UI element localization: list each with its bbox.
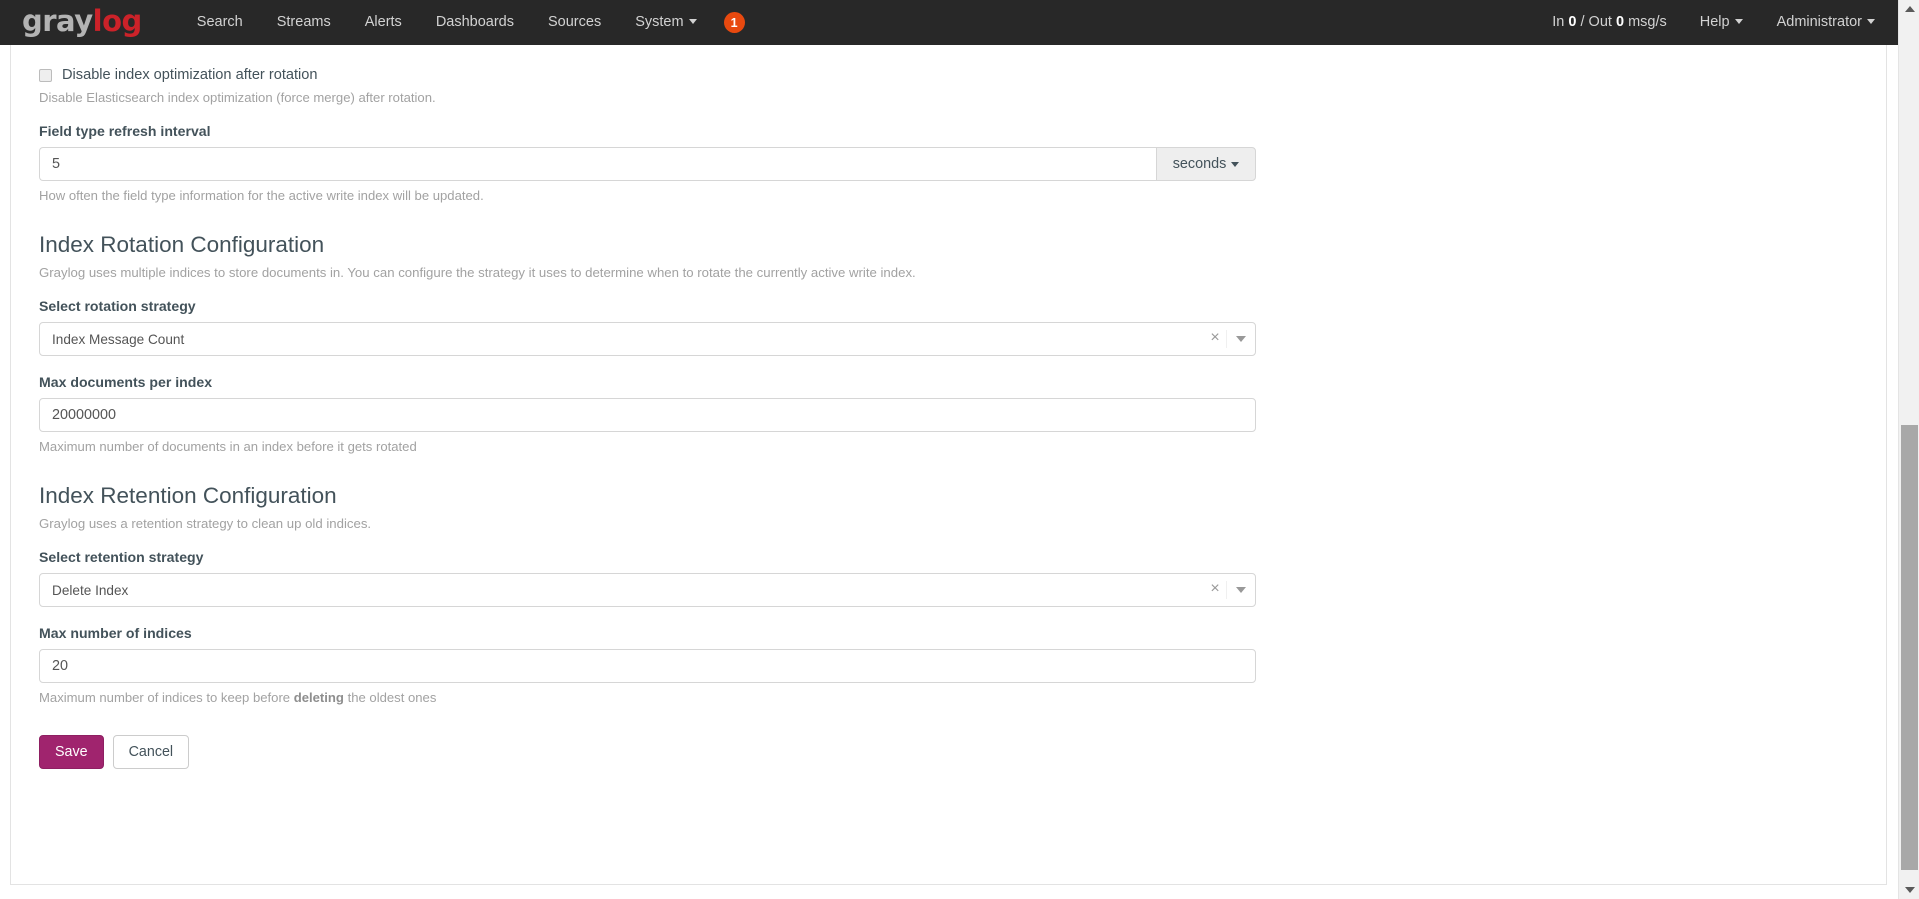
chevron-down-icon: [1734, 19, 1743, 24]
chevron-down-icon: [688, 19, 697, 24]
chevron-down-icon: [1236, 587, 1246, 594]
top-navbar: gray log Search Streams Alerts Dashboard…: [0, 0, 1898, 45]
nav-link-dashboards[interactable]: Dashboards: [419, 0, 531, 45]
rotation-section-description: Graylog uses multiple indices to store d…: [39, 265, 916, 281]
logo-text-gray: gray: [22, 3, 93, 38]
nav-link-alerts-label: Alerts: [364, 14, 402, 30]
throughput-out-value: 0: [1615, 14, 1625, 30]
retention-strategy-label: Select retention strategy: [39, 549, 204, 566]
max-indices-input[interactable]: [39, 649, 1256, 684]
navbar-right: In 0 / Out 0 msg/s Help Administrator: [1536, 0, 1898, 45]
disable-optimization-label: Disable index optimization after rotatio…: [62, 67, 318, 83]
max-indices-help-post: the oldest ones: [343, 690, 437, 706]
rotation-strategy-label: Select rotation strategy: [39, 298, 196, 315]
rotation-strategy-value: Index Message Count: [52, 331, 185, 347]
nav-link-help[interactable]: Help: [1683, 0, 1760, 45]
max-indices-group: Max number of indices Maximum number of …: [39, 625, 1858, 705]
triangle-down-icon: [1904, 887, 1915, 893]
clear-icon[interactable]: ×: [1204, 581, 1226, 599]
throughput-middle: / Out: [1576, 14, 1616, 30]
chevron-down-icon: [1236, 336, 1246, 343]
triangle-up-icon: [1904, 6, 1915, 12]
dropdown-toggle[interactable]: [1227, 336, 1255, 343]
field-type-refresh-label: Field type refresh interval: [39, 123, 211, 139]
nav-link-streams-label: Streams: [276, 14, 331, 30]
disable-optimization-group: Disable index optimization after rotatio…: [39, 57, 1858, 105]
nav-link-dashboards-label: Dashboards: [435, 14, 514, 30]
throughput-indicator: In 0 / Out 0 msg/s: [1536, 0, 1682, 45]
nav-link-help-label: Help: [1699, 14, 1730, 30]
graylog-logo[interactable]: gray log: [22, 3, 143, 39]
primary-nav: Search Streams Alerts Dashboards Sources…: [180, 0, 745, 45]
retention-strategy-group: Select retention strategy Delete Index ×: [39, 549, 1858, 608]
index-set-config-card: Disable index optimization after rotatio…: [10, 45, 1887, 885]
field-type-refresh-help: How often the field type information for…: [39, 188, 484, 203]
nav-link-alerts[interactable]: Alerts: [348, 0, 419, 45]
nav-link-search[interactable]: Search: [180, 0, 260, 45]
field-type-refresh-unit-label: seconds: [1172, 156, 1227, 172]
disable-optimization-checkbox[interactable]: [39, 68, 52, 82]
disable-optimization-help: Disable Elasticsearch index optimization…: [39, 90, 436, 105]
page-body: Disable index optimization after rotatio…: [0, 45, 1898, 899]
retention-section-description: Graylog uses a retention strategy to cle…: [39, 516, 372, 532]
form-actions: Save Cancel: [39, 735, 1858, 770]
scroll-down-button[interactable]: [1899, 881, 1919, 899]
retention-strategy-select[interactable]: Delete Index ×: [39, 573, 1256, 608]
max-documents-group: Max documents per index Maximum number o…: [39, 374, 1858, 454]
chevron-down-icon: [1867, 19, 1875, 24]
throughput-suffix: msg/s: [1624, 14, 1667, 30]
nav-link-sources[interactable]: Sources: [531, 0, 618, 45]
max-indices-help-pre: Maximum number of indices to keep before: [39, 690, 294, 706]
retention-strategy-value: Delete Index: [52, 582, 129, 598]
max-indices-help: Maximum number of indices to keep before…: [39, 690, 1858, 705]
max-documents-input[interactable]: [39, 398, 1256, 433]
rotation-strategy-group: Select rotation strategy Index Message C…: [39, 298, 1858, 357]
field-type-refresh-unit-dropdown[interactable]: seconds: [1156, 147, 1256, 181]
max-documents-help: Maximum number of documents in an index …: [39, 439, 417, 455]
logo-text-log: log: [92, 3, 143, 38]
save-button[interactable]: Save: [39, 735, 104, 770]
rotation-strategy-select[interactable]: Index Message Count ×: [39, 322, 1256, 357]
nav-link-user-menu[interactable]: Administrator: [1760, 0, 1892, 45]
dropdown-toggle[interactable]: [1227, 587, 1255, 594]
rotation-section-title: Index Rotation Configuration: [39, 232, 325, 257]
nav-link-system[interactable]: System: [618, 0, 713, 45]
field-type-refresh-input[interactable]: [39, 147, 1156, 181]
page-scrollbar[interactable]: [1898, 0, 1919, 899]
nav-link-sources-label: Sources: [548, 14, 602, 30]
disable-optimization-row[interactable]: Disable index optimization after rotatio…: [39, 57, 1858, 83]
nav-link-search-label: Search: [196, 14, 243, 30]
nav-link-user-label: Administrator: [1776, 14, 1862, 30]
cancel-button[interactable]: Cancel: [112, 735, 190, 770]
nav-link-streams[interactable]: Streams: [260, 0, 348, 45]
nav-link-system-label: System: [635, 14, 684, 30]
notification-badge[interactable]: 1: [723, 12, 745, 33]
chevron-down-icon: [1231, 161, 1240, 167]
field-type-refresh-input-group: seconds: [39, 147, 1256, 181]
scroll-up-button[interactable]: [1899, 0, 1919, 18]
clear-icon[interactable]: ×: [1204, 330, 1226, 348]
max-indices-help-bold: deleting: [293, 690, 344, 706]
max-documents-label: Max documents per index: [39, 374, 213, 391]
scrollbar-thumb[interactable]: [1901, 425, 1918, 870]
max-indices-label: Max number of indices: [39, 625, 192, 642]
retention-section-title: Index Retention Configuration: [39, 483, 337, 509]
throughput-in-prefix: In: [1552, 14, 1569, 30]
field-type-refresh-group: Field type refresh interval seconds How …: [39, 123, 1858, 203]
